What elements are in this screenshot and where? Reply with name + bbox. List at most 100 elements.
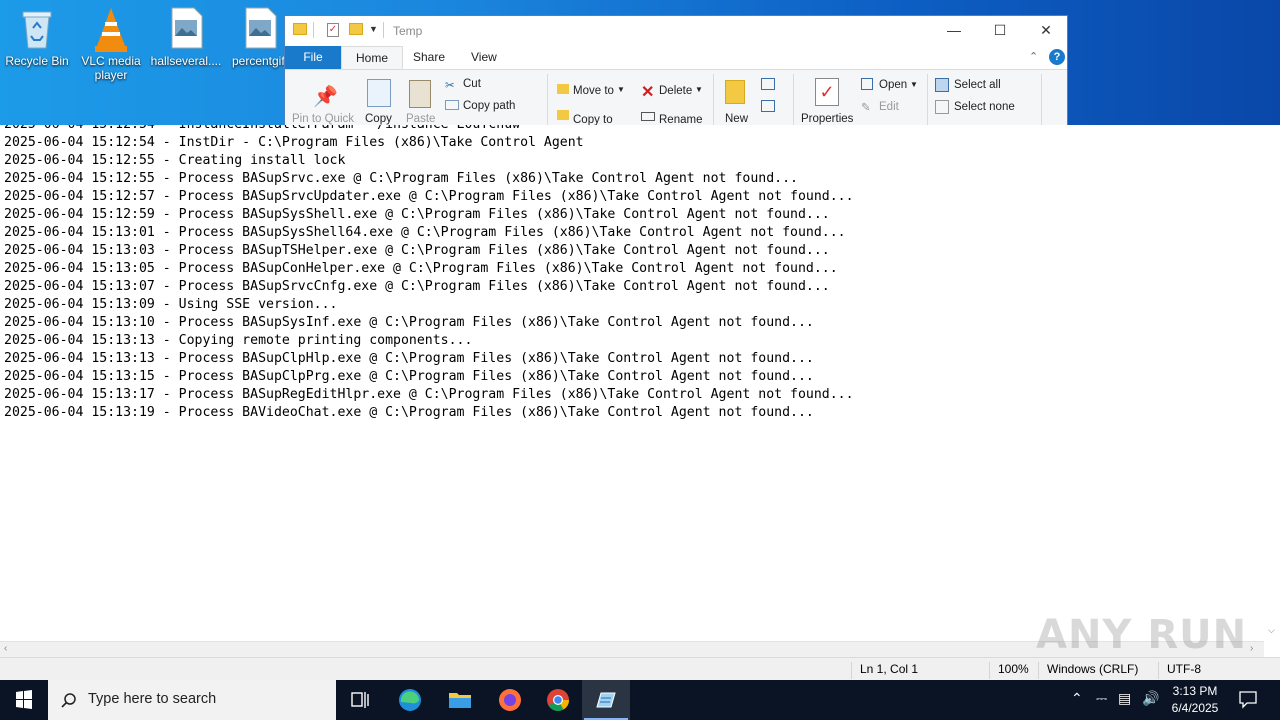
scroll-right-arrow-icon[interactable]: › [1250,643,1253,654]
new-folder-icon[interactable] [349,23,363,35]
text-line: 2025-06-04 15:13:05 - Process BASupConHe… [4,261,838,276]
ribbon: 📌 Pin to Quick Copy Paste ✂ Cut Copy pat… [285,69,1067,125]
copy-button[interactable]: Copy [365,113,392,125]
task-view-button[interactable] [336,680,384,720]
select-all-button[interactable]: Select all [954,79,1001,91]
rename-icon [641,112,655,121]
divider [1041,74,1042,125]
file-explorer-icon [449,693,471,708]
search-icon [61,693,76,708]
new-folder-button[interactable]: New [725,113,748,125]
text-line: 2025-06-04 15:13:17 - Process BASupRegEd… [4,387,854,402]
divider [383,22,384,38]
clock-date: 6/4/2025 [1171,701,1219,715]
text-editor[interactable]: 2025-06-04 15:12:54 - InstanceInstallerP… [0,125,1264,641]
tab-view[interactable]: View [457,46,511,69]
copy-to-button[interactable]: Copy to [573,114,613,125]
network-adapter-icon[interactable]: ⎓ [1096,690,1107,707]
properties-check-icon[interactable]: ✓ [327,23,339,37]
task-view-icon [351,692,369,708]
text-line: 2025-06-04 15:12:55 - Process BASupSrvc.… [4,171,798,186]
open-icon [861,78,873,90]
text-line: 2025-06-04 15:13:19 - Process BAVideoCha… [4,405,814,420]
chevron-down-icon[interactable]: ▼ [369,24,378,34]
tab-file[interactable]: File [285,46,341,69]
scissors-icon: ✂ [445,80,455,92]
window-title: Temp [393,24,423,38]
minimize-button[interactable]: — [931,16,977,46]
copy-to-icon [557,110,569,120]
taskbar-edge[interactable] [386,680,434,720]
text-line: 2025-06-04 15:13:10 - Process BASupSysIn… [4,315,814,330]
clock[interactable]: 3:13 PM 6/4/2025 [1162,683,1228,717]
taskbar-firefox[interactable] [486,680,534,720]
rename-button[interactable]: Rename [659,114,702,125]
text-line: 2025-06-04 15:12:57 - Process BASupSrvcU… [4,189,854,204]
edit-icon: ✎ [861,102,871,114]
taskbar-chrome[interactable] [534,680,582,720]
properties-icon: ✓ [815,78,839,106]
chevron-down-icon: ▼ [910,80,918,89]
delete-button[interactable]: Delete [659,85,692,97]
firefox-icon [499,689,521,711]
notifications-icon[interactable] [1238,689,1258,712]
edit-button[interactable]: Edit [879,101,899,113]
close-button[interactable]: ✕ [1023,16,1067,46]
chevron-up-icon[interactable]: ⌃ [1071,690,1083,707]
scroll-left-arrow-icon[interactable]: ‹ [4,643,7,654]
line-ending: Windows (CRLF) [1038,662,1158,679]
move-to-icon [557,84,569,94]
taskbar-file-explorer[interactable] [436,680,484,720]
vlc-cone-icon [91,6,131,52]
new-item-icon[interactable] [761,78,775,90]
text-line: 2025-06-04 15:12:54 - InstanceInstallerP… [4,125,1264,134]
copy-path-icon [445,100,459,110]
search-placeholder: Type here to search [88,691,217,707]
select-all-icon [935,78,949,92]
pin-to-quick-button[interactable]: Pin to Quick [292,113,354,125]
tab-home[interactable]: Home [341,46,404,69]
desktop-icon-label: VLC media player [81,54,141,82]
desktop-icon-hallseveral[interactable]: hallseveral.... [149,6,223,68]
vertical-scrollbar[interactable]: ⌵ [1264,125,1280,641]
text-line: 2025-06-04 15:13:07 - Process BASupSrvcC… [4,279,830,294]
text-line: 2025-06-04 15:13:01 - Process BASupSysSh… [4,225,846,240]
taskbar-search-box[interactable]: Type here to search [48,680,336,720]
explorer-title-bar[interactable]: ✓ ▼ Temp — ☐ ✕ [285,16,1067,46]
chrome-icon [547,689,569,711]
zoom-level: 100% [989,662,1039,679]
text-line: 2025-06-04 15:12:54 - InstDir - C:\Progr… [4,135,584,150]
taskbar-notepad[interactable] [582,680,630,720]
cursor-position: Ln 1, Col 1 [851,662,990,679]
scroll-down-arrow-icon[interactable]: ⌵ [1268,625,1275,636]
open-button[interactable]: Open [879,79,907,91]
text-line: 2025-06-04 15:13:09 - Using SSE version.… [4,297,338,312]
desktop-icon-vlc[interactable]: VLC media player [74,6,148,82]
delete-x-icon: ✕ [641,84,655,101]
start-button[interactable] [0,680,48,720]
maximize-button[interactable]: ☐ [977,16,1023,46]
desktop-icon-label: hallseveral.... [150,54,222,68]
move-to-button[interactable]: Move to [573,85,614,97]
desktop-icon-recycle-bin[interactable]: Recycle Bin [0,6,74,68]
clock-time: 3:13 PM [1172,684,1218,698]
divider [547,74,548,125]
paste-button[interactable]: Paste [406,113,435,125]
copy-path-button[interactable]: Copy path [463,100,515,112]
cut-button[interactable]: Cut [463,78,481,90]
tab-share[interactable]: Share [399,46,459,69]
status-bar: Ln 1, Col 1 100% Windows (CRLF) UTF-8 [0,657,1280,680]
network-icon[interactable]: ▤ [1118,690,1131,707]
action-center-icon [1239,691,1257,709]
text-line: 2025-06-04 15:13:13 - Process BASupClpHl… [4,351,814,366]
ribbon-tabs: File Home Share View ⌃ ? [285,46,1067,69]
divider [793,74,794,125]
easy-access-icon[interactable] [761,100,775,112]
volume-icon[interactable]: 🔊 [1142,690,1159,707]
edge-icon [399,689,421,711]
divider [713,74,714,125]
chevron-up-icon[interactable]: ⌃ [1029,50,1038,63]
select-none-button[interactable]: Select none [954,101,1015,113]
properties-button[interactable]: Properties [801,113,853,125]
help-icon[interactable]: ? [1049,49,1065,65]
